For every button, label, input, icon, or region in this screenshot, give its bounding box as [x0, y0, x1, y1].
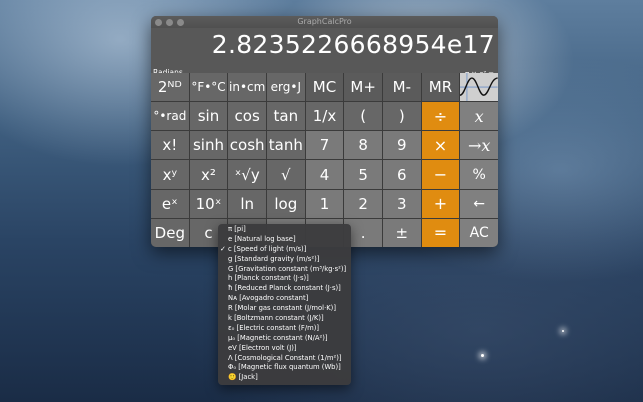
ten-power-button[interactable]: 10ˣ	[189, 189, 228, 218]
digit-6-button[interactable]: 6	[383, 160, 421, 189]
constants-menu-item[interactable]: ✓ c [Speed of light (m/s)]	[218, 245, 351, 255]
sinh-button[interactable]: sinh	[189, 131, 228, 160]
exp-button[interactable]: eˣ	[151, 189, 189, 218]
keypad: 2ᴺᴰ °F•°C in•cm erg•J MC M+ M- MR °•rad …	[151, 73, 498, 247]
digit-3-button[interactable]: 3	[383, 189, 421, 218]
second-function-button[interactable]: 2ᴺᴰ	[151, 73, 189, 102]
background-star	[562, 330, 564, 332]
constants-menu-item[interactable]: eV [Electron volt (J)]	[218, 344, 351, 354]
digit-1-button[interactable]: 1	[305, 189, 344, 218]
factorial-button[interactable]: x!	[151, 131, 189, 160]
reciprocal-button[interactable]: 1/x	[305, 102, 344, 131]
degree-radian-convert-button[interactable]: °•rad	[151, 102, 189, 131]
tanh-button[interactable]: tanh	[267, 131, 305, 160]
add-button[interactable]: +	[421, 189, 460, 218]
constants-menu-item-label: Φ₀ [Magnetic flux quantum (Wb)]	[228, 363, 341, 372]
constants-menu-item-label: Λ [Cosmological Constant (1/m²)]	[228, 353, 342, 362]
window-title: GraphCalcPro	[297, 17, 352, 26]
constants-menu-item[interactable]: Φ₀ [Magnetic flux quantum (Wb)]	[218, 363, 351, 373]
constants-menu-item-label: h [Planck constant (J·s)]	[228, 274, 309, 283]
digit-2-button[interactable]: 2	[344, 189, 382, 218]
digit-7-button[interactable]: 7	[305, 131, 344, 160]
constants-menu-item-label: G [Gravitation constant (m³/kg·s²)]	[228, 264, 347, 273]
constants-menu-item-label: π [pi]	[228, 225, 246, 233]
cos-button[interactable]: cos	[228, 102, 266, 131]
background-star	[481, 354, 484, 357]
constants-menu-item[interactable]: R [Molar gas constant (J/mol·K)]	[218, 304, 351, 314]
constants-menu-item-label: k [Boltzmann constant (J/K)]	[228, 314, 324, 323]
backspace-button[interactable]: ←	[460, 189, 498, 218]
constants-menu-item-label: 🙂 [Jack]	[228, 373, 258, 382]
constants-menu-item[interactable]: Nᴀ [Avogadro constant]	[218, 294, 351, 304]
memory-recall-button[interactable]: MR	[421, 73, 460, 102]
open-paren-button[interactable]: (	[344, 102, 382, 131]
sine-graph-icon[interactable]	[460, 73, 498, 102]
ln-button[interactable]: ln	[228, 189, 266, 218]
constants-menu-item[interactable]: 🙂 [Jack]	[218, 373, 351, 383]
constants-menu-item[interactable]: ε₀ [Electric constant (F/m)]	[218, 324, 351, 334]
constants-menu-item[interactable]: G [Gravitation constant (m³/kg·s²)]	[218, 265, 351, 275]
memory-add-button[interactable]: M+	[344, 73, 382, 102]
store-x-button[interactable]: →x	[460, 131, 498, 160]
digit-5-button[interactable]: 5	[344, 160, 382, 189]
erg-joule-button[interactable]: erg•J	[267, 73, 305, 102]
constants-menu-item[interactable]: Λ [Cosmological Constant (1/m²)]	[218, 354, 351, 364]
fahrenheit-celsius-button[interactable]: °F•°C	[189, 73, 228, 102]
constants-menu-item-label: ħ [Reduced Planck constant (J·s)]	[228, 284, 341, 293]
constants-menu-item[interactable]: k [Boltzmann constant (J/K)]	[218, 314, 351, 324]
deg-mode-button[interactable]: Deg	[151, 218, 189, 247]
square-root-button[interactable]: √	[267, 160, 305, 189]
digit-4-button[interactable]: 4	[305, 160, 344, 189]
constants-menu-item[interactable]: π [pi]	[218, 225, 351, 235]
constants-menu-item[interactable]: e [Natural log base]	[218, 235, 351, 245]
constants-menu-item-label: e [Natural log base]	[228, 234, 296, 243]
constants-menu-item[interactable]: μ₀ [Magnetic constant (N/A²)]	[218, 334, 351, 344]
constants-menu-item-label: g [Standard gravity (m/s²)]	[228, 254, 320, 263]
calculator-window: GraphCalcPro 2.8235226668954e17 Radians …	[151, 16, 498, 247]
variable-x-button[interactable]: x	[460, 102, 498, 131]
constants-menu-item-label: c [Speed of light (m/s)]	[228, 244, 307, 253]
title-bar[interactable]: GraphCalcPro	[151, 16, 498, 28]
constants-menu-item-label: Nᴀ [Avogadro constant]	[228, 294, 309, 303]
square-button[interactable]: x²	[189, 160, 228, 189]
constants-menu-item-label: ε₀ [Electric constant (F/m)]	[228, 323, 320, 332]
multiply-button[interactable]: ×	[421, 131, 460, 160]
inch-cm-button[interactable]: in•cm	[228, 73, 266, 102]
constants-menu-item-label: μ₀ [Magnetic constant (N/A²)]	[228, 333, 328, 342]
checkmark-icon: ✓	[220, 244, 226, 253]
digit-9-button[interactable]: 9	[383, 131, 421, 160]
constants-menu-item[interactable]: ħ [Reduced Planck constant (J·s)]	[218, 284, 351, 294]
equals-button[interactable]: =	[421, 218, 460, 247]
constants-menu-item[interactable]: h [Planck constant (J·s)]	[218, 274, 351, 284]
digit-8-button[interactable]: 8	[344, 131, 382, 160]
xth-root-button[interactable]: ˣ√y	[228, 160, 266, 189]
cosh-button[interactable]: cosh	[228, 131, 266, 160]
display-value: 2.8235226668954e17	[211, 30, 495, 59]
all-clear-button[interactable]: AC	[460, 218, 498, 247]
constants-menu-item[interactable]: g [Standard gravity (m/s²)]	[218, 255, 351, 265]
constants-menu-item-label: eV [Electron volt (J)]	[228, 343, 297, 352]
subtract-button[interactable]: −	[421, 160, 460, 189]
close-paren-button[interactable]: )	[383, 102, 421, 131]
power-button[interactable]: xʸ	[151, 160, 189, 189]
constants-menu: π [pi] e [Natural log base] ✓ c [Speed of l…	[218, 224, 351, 385]
tan-button[interactable]: tan	[267, 102, 305, 131]
constants-menu-item-label: R [Molar gas constant (J/mol·K)]	[228, 304, 336, 313]
percent-button[interactable]: %	[460, 160, 498, 189]
divide-button[interactable]: ÷	[421, 102, 460, 131]
memory-clear-button[interactable]: MC	[305, 73, 344, 102]
sign-toggle-button[interactable]: ±	[383, 218, 421, 247]
log-button[interactable]: log	[267, 189, 305, 218]
sin-button[interactable]: sin	[189, 102, 228, 131]
memory-subtract-button[interactable]: M-	[383, 73, 421, 102]
